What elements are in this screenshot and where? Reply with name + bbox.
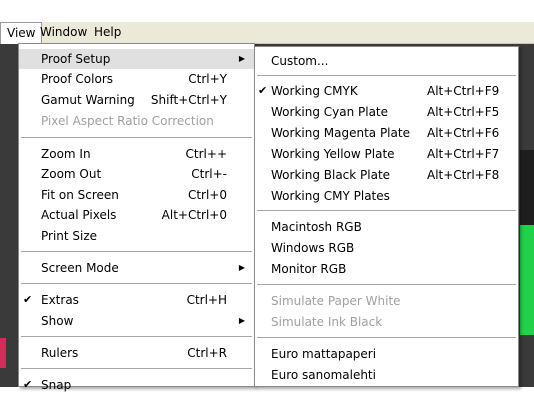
menu-item-snap[interactable]: ✔ Snap	[19, 375, 254, 395]
menu-separator	[21, 336, 252, 337]
menu-item-shortcut: Alt+Ctrl+F9	[427, 84, 500, 98]
menu-item-show[interactable]: Show ▶	[19, 311, 254, 331]
menu-item-label: Show	[41, 314, 74, 328]
view-menu: Proof Setup ▶ Proof Colors Ctrl+Y Gamut …	[18, 43, 255, 392]
menu-item-label: Euro sanomalehti	[271, 368, 376, 382]
canvas-color-strip	[0, 338, 6, 368]
menu-item-pixel-aspect-ratio: Pixel Aspect Ratio Correction	[19, 111, 254, 131]
submenu-item-working-yellow-plate[interactable]: Working Yellow Plate Alt+Ctrl+F7	[255, 144, 518, 164]
window-title-area	[0, 0, 534, 22]
submenu-item-macintosh-rgb[interactable]: Macintosh RGB	[255, 217, 518, 237]
menu-item-label: Euro mattapaperi	[271, 347, 377, 361]
menu-item-screen-mode[interactable]: Screen Mode ▶	[19, 258, 254, 278]
menu-item-label: Zoom In	[41, 147, 91, 161]
submenu-item-custom[interactable]: Custom...	[255, 51, 518, 71]
menu-bar: View Window Help	[0, 22, 534, 45]
menu-separator	[257, 75, 516, 76]
menu-separator	[21, 283, 252, 284]
menu-item-label: Screen Mode	[41, 261, 119, 275]
menu-item-shortcut: Ctrl+R	[187, 346, 227, 360]
menu-item-shortcut: Alt+Ctrl+F5	[427, 105, 500, 119]
check-mark-icon: ✔	[258, 84, 268, 97]
menu-item-shortcut: Alt+Ctrl+F8	[427, 168, 500, 182]
submenu-item-simulate-ink-black: Simulate Ink Black	[255, 312, 518, 332]
menu-item-shortcut: Ctrl+H	[186, 293, 227, 307]
menu-item-zoom-out[interactable]: Zoom Out Ctrl+-	[19, 164, 254, 184]
submenu-item-working-black-plate[interactable]: Working Black Plate Alt+Ctrl+F8	[255, 165, 518, 185]
menu-item-shortcut: Shift+Ctrl+Y	[150, 93, 227, 107]
submenu-item-working-cyan-plate[interactable]: Working Cyan Plate Alt+Ctrl+F5	[255, 102, 518, 122]
menu-item-print-size[interactable]: Print Size	[19, 226, 254, 246]
menu-item-rulers[interactable]: Rulers Ctrl+R	[19, 343, 254, 363]
menu-item-fit-on-screen[interactable]: Fit on Screen Ctrl+0	[19, 185, 254, 205]
menu-item-shortcut: Ctrl+Y	[188, 72, 227, 86]
menu-item-label: Monitor RGB	[271, 262, 347, 276]
menu-item-label: Proof Setup	[41, 52, 111, 66]
menu-item-proof-setup[interactable]: Proof Setup ▶	[19, 49, 254, 69]
menu-separator	[257, 337, 516, 338]
menu-item-label: Extras	[41, 293, 79, 307]
menu-window[interactable]: Window	[34, 22, 93, 44]
menu-item-label: Working CMY Plates	[271, 189, 390, 203]
submenu-item-windows-rgb[interactable]: Windows RGB	[255, 238, 518, 258]
menu-item-shortcut: Ctrl+0	[187, 188, 227, 202]
menu-item-label: Simulate Ink Black	[271, 315, 383, 329]
menu-item-label: Working Magenta Plate	[271, 126, 410, 140]
canvas-green-strip	[520, 225, 534, 335]
menu-item-shortcut: Alt+Ctrl+0	[161, 208, 227, 222]
menu-item-shortcut: Ctrl++	[185, 147, 227, 161]
submenu-item-euro-mattapaperi[interactable]: Euro mattapaperi	[255, 344, 518, 364]
menu-item-label: Proof Colors	[41, 72, 113, 86]
submenu-item-monitor-rgb[interactable]: Monitor RGB	[255, 259, 518, 279]
menu-item-actual-pixels[interactable]: Actual Pixels Alt+Ctrl+0	[19, 205, 254, 225]
menu-item-zoom-in[interactable]: Zoom In Ctrl++	[19, 144, 254, 164]
menu-item-label: Custom...	[271, 54, 329, 68]
submenu-item-euro-sanomalehti[interactable]: Euro sanomalehti	[255, 365, 518, 385]
canvas-dark-strip	[520, 150, 534, 225]
menu-item-proof-colors[interactable]: Proof Colors Ctrl+Y	[19, 69, 254, 89]
proof-setup-submenu: Custom... ✔ Working CMYK Alt+Ctrl+F9 Wor…	[254, 46, 519, 387]
menu-item-label: Working CMYK	[271, 84, 358, 98]
menu-item-label: Working Yellow Plate	[271, 147, 395, 161]
menu-item-label: Fit on Screen	[41, 188, 119, 202]
submenu-arrow-icon: ▶	[238, 54, 245, 63]
submenu-arrow-icon: ▶	[238, 316, 245, 325]
submenu-item-working-cmy-plates[interactable]: Working CMY Plates	[255, 186, 518, 206]
menu-item-label: Simulate Paper White	[271, 294, 401, 308]
menu-separator	[21, 251, 252, 252]
menu-item-label: Gamut Warning	[41, 93, 135, 107]
menu-item-shortcut: Alt+Ctrl+F6	[427, 126, 500, 140]
check-mark-icon: ✔	[23, 378, 33, 391]
menu-help[interactable]: Help	[88, 22, 127, 44]
menu-item-label: Print Size	[41, 229, 98, 243]
menu-item-label: Rulers	[41, 346, 79, 360]
menu-item-label: Snap	[41, 378, 72, 392]
menu-item-label: Working Black Plate	[271, 168, 391, 182]
menu-item-shortcut: Alt+Ctrl+F7	[427, 147, 500, 161]
menu-item-label: Actual Pixels	[41, 208, 117, 222]
menu-item-label: Zoom Out	[41, 167, 102, 181]
menu-separator	[21, 137, 252, 138]
menu-item-label: Working Cyan Plate	[271, 105, 389, 119]
menu-separator	[21, 368, 252, 369]
menu-item-extras[interactable]: ✔ Extras Ctrl+H	[19, 290, 254, 310]
submenu-item-working-cmyk[interactable]: ✔ Working CMYK Alt+Ctrl+F9	[255, 81, 518, 101]
menu-item-gamut-warning[interactable]: Gamut Warning Shift+Ctrl+Y	[19, 90, 254, 110]
menu-item-label: Pixel Aspect Ratio Correction	[41, 114, 214, 128]
check-mark-icon: ✔	[23, 293, 33, 306]
menu-item-label: Macintosh RGB	[271, 220, 362, 234]
submenu-item-working-magenta-plate[interactable]: Working Magenta Plate Alt+Ctrl+F6	[255, 123, 518, 143]
menu-item-label: Windows RGB	[271, 241, 355, 255]
menu-separator	[257, 210, 516, 211]
submenu-arrow-icon: ▶	[238, 263, 245, 272]
submenu-item-simulate-paper-white: Simulate Paper White	[255, 291, 518, 311]
menu-item-shortcut: Ctrl+-	[191, 167, 227, 181]
menu-separator	[257, 284, 516, 285]
